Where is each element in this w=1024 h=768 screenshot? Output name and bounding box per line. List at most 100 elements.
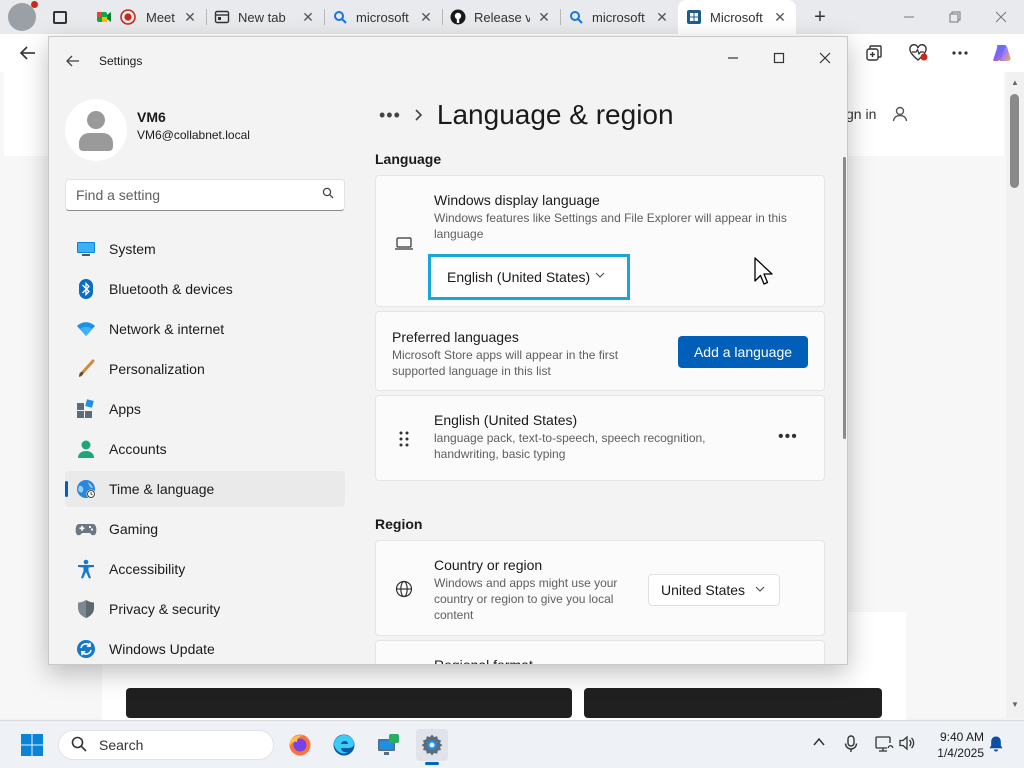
maximize-button[interactable] (759, 43, 799, 73)
browser-restore-button[interactable] (932, 0, 978, 34)
preferred-languages-title: Preferred languages (392, 329, 519, 345)
nav-item-bluetooth[interactable]: Bluetooth & devices (65, 271, 345, 307)
network-icon[interactable] (874, 735, 894, 756)
nav-item-accessibility[interactable]: Accessibility (65, 551, 345, 587)
chevron-down-icon (595, 269, 605, 281)
github-icon (450, 9, 466, 25)
scrollbar-thumb[interactable] (1010, 94, 1019, 188)
display-language-title: Windows display language (434, 192, 600, 208)
start-button[interactable] (16, 729, 48, 761)
gaming-icon (75, 518, 97, 540)
taskbar-search[interactable]: Search (58, 730, 274, 760)
back-arrow-icon[interactable] (63, 51, 83, 71)
search-icon[interactable] (322, 187, 334, 202)
close-tab-icon[interactable]: ✕ (418, 9, 434, 26)
screenshot-thumbnail[interactable] (126, 688, 572, 718)
tab-label: New tab (238, 9, 286, 25)
close-tab-icon[interactable]: ✕ (536, 9, 552, 26)
country-value: United States (661, 582, 746, 598)
browser-tab[interactable]: New tab ✕ (206, 0, 324, 34)
microphone-icon[interactable] (844, 735, 858, 756)
person-icon[interactable] (884, 98, 916, 130)
installed-language-title: English (United States) (434, 412, 578, 428)
tab-label: Microsoft F (710, 9, 766, 25)
user-email: VM6@collabnet.local (137, 128, 250, 142)
collections-icon[interactable] (860, 39, 888, 67)
microsoft-icon (686, 9, 702, 25)
avatar[interactable] (65, 99, 127, 161)
nav-item-windows-update[interactable]: Windows Update (65, 631, 345, 664)
browser-tab-active[interactable]: Microsoft F ✕ (678, 0, 796, 34)
more-options-button[interactable]: ••• (778, 428, 798, 446)
nav-item-personalization[interactable]: Personalization (65, 351, 345, 387)
preferred-languages-card: Preferred languages Microsoft Store apps… (375, 311, 825, 391)
chevron-down-icon (755, 583, 765, 595)
nav-item-apps[interactable]: Apps (65, 391, 345, 427)
remote-desktop-icon[interactable] (372, 729, 404, 761)
page-title: Language & region (436, 99, 674, 130)
close-button[interactable] (805, 43, 845, 73)
nav-item-gaming[interactable]: Gaming (65, 511, 345, 547)
app-title: Settings (99, 54, 143, 68)
close-tab-icon[interactable]: ✕ (654, 9, 670, 26)
settings-window: Settings VM6 VM6@collabnet.local System (48, 36, 848, 665)
display-language-value: English (United States) (447, 269, 591, 285)
screenshot-thumbnail[interactable] (584, 688, 882, 718)
browser-close-button[interactable] (978, 0, 1024, 34)
settings-titlebar: Settings (49, 37, 847, 85)
nav-item-system[interactable]: System (65, 231, 345, 267)
nav-item-network[interactable]: Network & internet (65, 311, 345, 347)
nav-item-accounts[interactable]: Accounts (65, 431, 345, 467)
notification-bell-icon[interactable] (988, 735, 1006, 753)
apps-icon (75, 398, 97, 420)
nav-item-time-language[interactable]: Time & language (65, 471, 345, 507)
copilot-icon[interactable] (988, 39, 1016, 67)
search-icon (568, 9, 584, 25)
vertical-tabs-icon[interactable] (46, 3, 74, 31)
scroll-up-icon[interactable]: ▲ (1010, 78, 1020, 87)
browser-tab[interactable]: microsoft a ✕ (324, 0, 442, 34)
add-language-button[interactable]: Add a language (678, 336, 808, 368)
browser-tab[interactable]: microsoft p ✕ (560, 0, 678, 34)
display-language-dropdown[interactable]: English (United States) (428, 254, 630, 300)
clock-date: 1/4/2025 (937, 746, 984, 760)
chevron-up-icon[interactable] (812, 735, 826, 752)
browser-minimize-button[interactable] (886, 0, 932, 34)
regional-format-card[interactable]: Regional format (375, 640, 825, 664)
search-icon (332, 9, 348, 25)
bluetooth-icon (75, 278, 97, 300)
browser-essentials-icon[interactable] (904, 39, 932, 67)
firefox-icon[interactable] (284, 729, 316, 761)
accessibility-icon (75, 558, 97, 580)
country-region-title: Country or region (434, 557, 543, 573)
browser-tab[interactable]: Meet ✕ (88, 0, 206, 34)
installed-language-card[interactable]: English (United States) language pack, t… (375, 395, 825, 481)
more-options-icon[interactable] (946, 39, 974, 67)
scroll-down-icon[interactable]: ▼ (1010, 700, 1020, 709)
nav-item-privacy[interactable]: Privacy & security (65, 591, 345, 627)
settings-content: ••• Language & region Language Windows d… (375, 85, 847, 664)
meet-icon (96, 9, 112, 25)
country-region-desc: Windows and apps might use your country … (434, 576, 618, 622)
volume-icon[interactable] (898, 735, 916, 754)
preferred-languages-desc: Microsoft Store apps will appear in the … (392, 348, 619, 378)
section-header-language: Language (375, 151, 442, 167)
settings-app-icon[interactable] (416, 729, 448, 765)
close-tab-icon[interactable]: ✕ (182, 9, 198, 26)
country-dropdown[interactable]: United States (648, 574, 780, 606)
sign-in-link[interactable]: gn in (846, 106, 876, 122)
minimize-button[interactable] (713, 43, 753, 73)
search-input[interactable] (76, 187, 306, 203)
page-scrollbar[interactable]: ▲ ▼ (1006, 72, 1024, 718)
back-arrow-icon[interactable] (14, 39, 42, 67)
edge-icon[interactable] (328, 729, 360, 761)
close-tab-icon[interactable]: ✕ (300, 9, 316, 26)
new-tab-button[interactable]: + (806, 6, 834, 29)
browser-tab[interactable]: Release v2 ✕ (442, 0, 560, 34)
drag-handle-icon[interactable] (393, 428, 415, 450)
content-scrollbar[interactable] (843, 157, 846, 439)
close-tab-icon[interactable]: ✕ (772, 9, 788, 26)
profile-avatar[interactable] (8, 1, 38, 31)
clock[interactable]: 9:40 AM 1/4/2025 (928, 729, 984, 761)
breadcrumb-overflow-button[interactable]: ••• (379, 105, 401, 126)
